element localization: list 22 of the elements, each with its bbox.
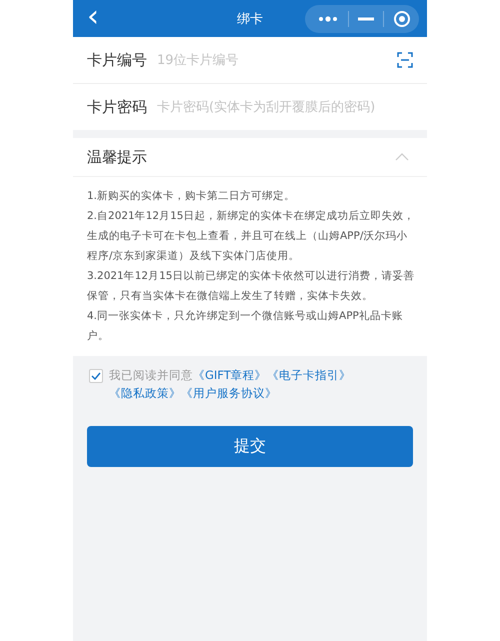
tips-title: 温馨提示 — [87, 148, 147, 166]
agreement-link[interactable]: 《GIFT章程》 — [193, 368, 267, 382]
back-button[interactable]: ‹ — [81, 2, 105, 32]
submit-button[interactable]: 提交 — [87, 426, 413, 467]
tip-text: 2.自2021年12月15日起，新绑定的实体卡在绑定成功后立即失效，生成的电子卡可在卡包上查看，并且可在线上（山姆APP/沃尔玛小程序/京东到家渠道）及线下实体门店使用。 — [87, 209, 415, 264]
scan-icon[interactable] — [397, 52, 413, 68]
input-field[interactable]: 19位卡片编号 — [157, 52, 397, 68]
tip-text: 1.新购买的实体卡，购卡第二日方可绑定。 — [87, 189, 296, 204]
page-title: 绑卡 — [237, 10, 263, 28]
tip-text: 3.2021年12月15日以前已绑定的实体卡依然可以进行消费，请妥善保管，只有当实体卡在微信端上发生了转赠，实体卡失效。 — [87, 269, 415, 304]
field-label: 卡片密码 — [87, 98, 147, 116]
more-icon[interactable] — [317, 14, 339, 24]
agreement-link[interactable]: 《用户服务协议》 — [181, 386, 277, 400]
agreement-link[interactable]: 《电子卡指引》 — [266, 368, 351, 382]
input-field[interactable]: 卡片密码(实体卡为刮开覆膜后的密码) — [157, 100, 413, 114]
agreement-text: 我已阅读并同意《GIFT章程》《电子卡指引》 《隐私政策》《用户服务协议》 — [109, 367, 352, 402]
minimize-icon[interactable] — [358, 16, 374, 20]
agreement-link[interactable]: 《隐私政策》 — [109, 386, 181, 400]
tip-text: 4.同一张实体卡，只允许绑定到一个微信账号或山姆APP礼品卡账户。 — [87, 309, 404, 344]
checkbox[interactable] — [89, 369, 103, 383]
field-label: 卡片编号 — [87, 50, 147, 70]
close-icon[interactable] — [393, 10, 411, 28]
